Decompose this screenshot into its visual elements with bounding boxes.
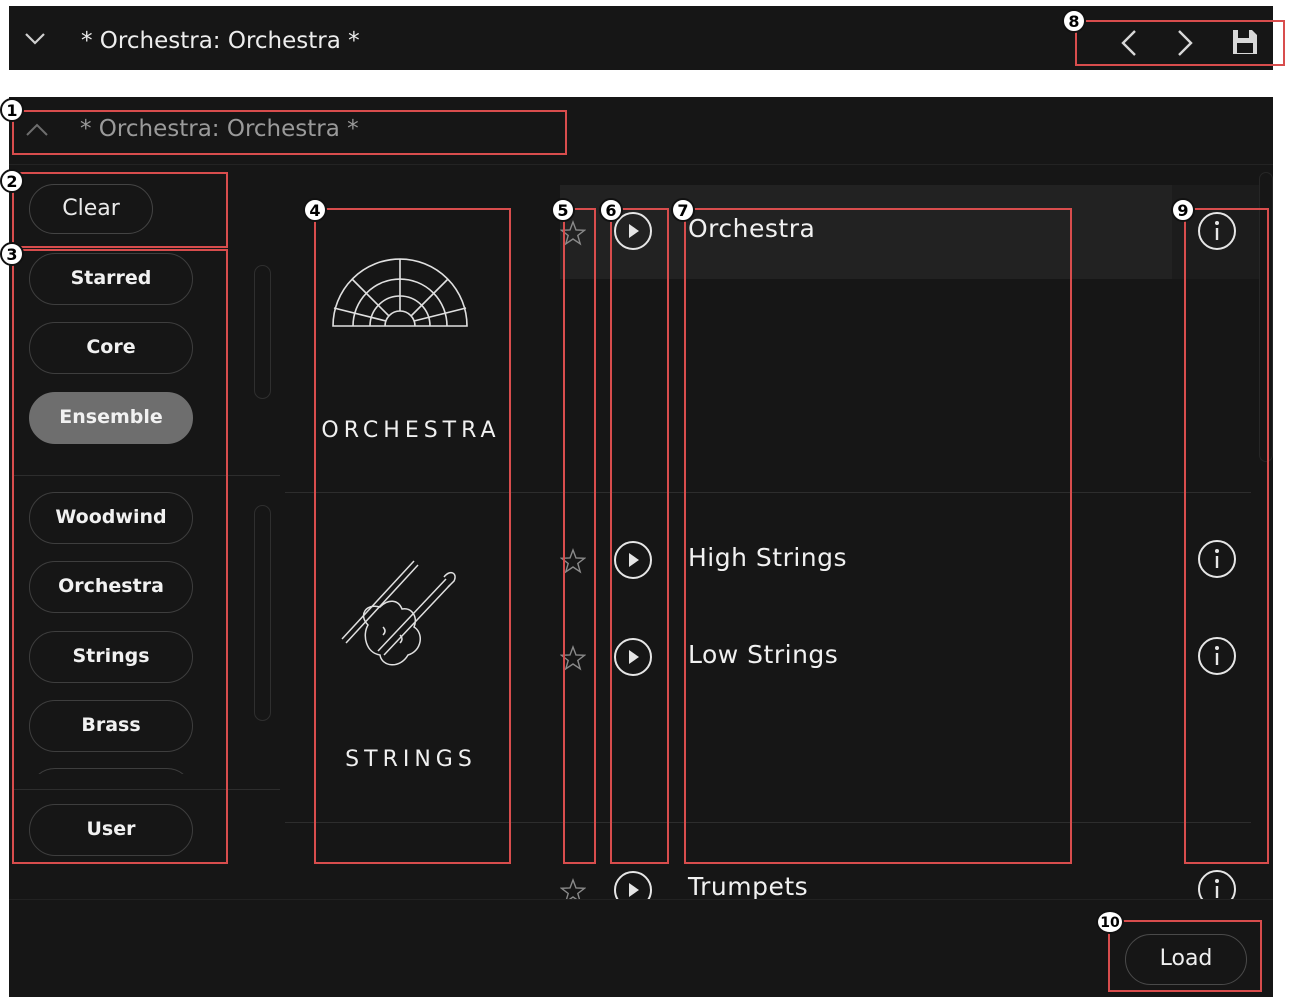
info-icon[interactable] [1197, 869, 1237, 899]
annotation-badge-1: 1 [0, 98, 24, 122]
annotation-box-1 [12, 110, 567, 155]
annotation-box-4 [314, 208, 511, 864]
annotation-badge-7: 7 [671, 198, 695, 222]
annotation-box-9 [1184, 208, 1269, 864]
annotation-badge-5: 5 [551, 198, 575, 222]
annotation-box-2 [12, 172, 228, 248]
star-icon[interactable] [560, 878, 586, 899]
annotation-badge-8: 8 [1062, 9, 1086, 33]
filter-scrollbar-2[interactable] [254, 505, 271, 721]
annotation-badge-6: 6 [599, 198, 623, 222]
footer-divider [9, 899, 1273, 900]
annotation-box-3 [12, 249, 228, 864]
preset-row-clipped: Trumpets [285, 868, 1273, 899]
header-divider [9, 164, 1273, 165]
filter-scrollbar-1[interactable] [254, 265, 271, 399]
annotation-badge-2: 2 [0, 169, 24, 193]
annotation-box-5 [563, 208, 596, 864]
annotation-box-10 [1108, 920, 1262, 992]
annotation-box-8 [1075, 20, 1285, 66]
annotation-box-6 [610, 208, 669, 864]
annotation-badge-9: 9 [1171, 198, 1195, 222]
preset-title[interactable]: * Orchestra: Orchestra * [81, 28, 360, 54]
annotation-badge-10: 10 [1096, 910, 1124, 934]
play-icon[interactable] [613, 870, 653, 899]
annotation-badge-4: 4 [303, 198, 327, 222]
chevron-down-icon[interactable] [23, 28, 47, 48]
annotation-box-7 [684, 208, 1072, 864]
annotation-badge-3: 3 [0, 242, 24, 266]
preset-name[interactable]: Trumpets [688, 872, 808, 899]
